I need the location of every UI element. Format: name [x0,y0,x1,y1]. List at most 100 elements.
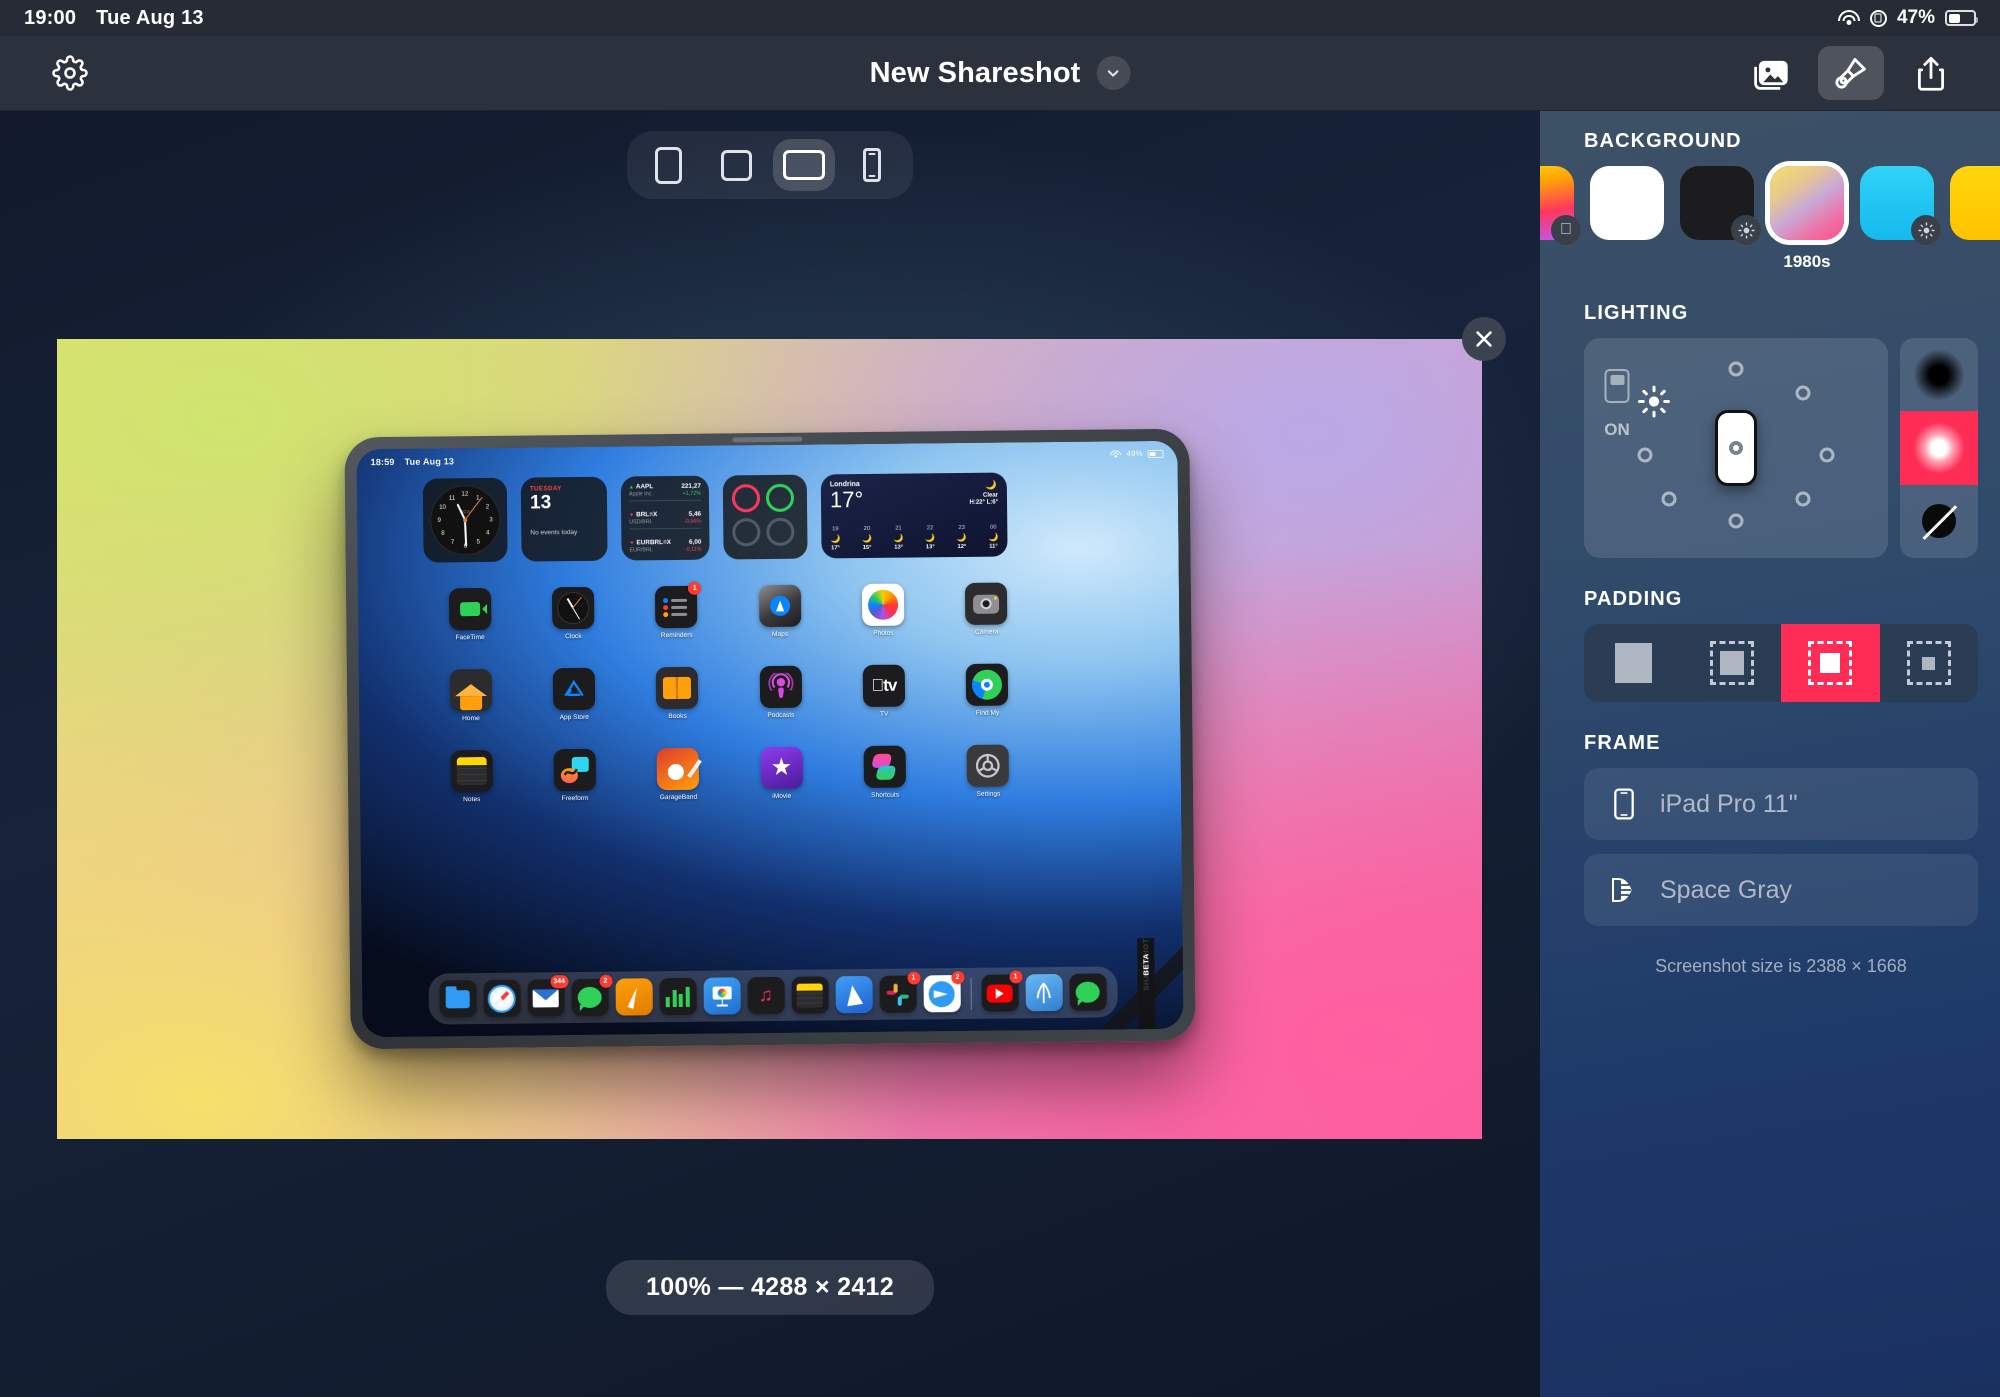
lighting-dot[interactable] [1728,361,1744,377]
photos-library-button[interactable] [1738,46,1804,100]
frame-device-label: iPad Pro 11" [1660,789,1798,818]
close-button[interactable] [1462,317,1506,361]
app-icon-books[interactable]: Books [625,666,729,720]
lighting-option-shadow[interactable] [1900,338,1978,412]
background-swatch-yellow[interactable] [1950,166,2000,240]
frame-device-button[interactable]: iPad Pro 11" [1584,768,1978,840]
settings-button[interactable] [48,51,92,95]
background-swatch-apple[interactable]:  [1540,166,1581,245]
background-section-title: BACKGROUND [1584,130,1742,152]
background-swatch-black[interactable] [1680,166,1761,245]
app-icon-imovie[interactable]: ★ iMovie [729,746,833,800]
stock-symbol: EURBRL=X [635,539,671,547]
notes-icon [449,749,493,793]
app-icon-facetime[interactable]: FaceTime [417,587,521,642]
stock-change: -0,11% [684,546,702,553]
app-icon-podcasts[interactable]: Podcasts [728,665,832,719]
lighting-dot[interactable] [1795,491,1811,507]
lighting-dot[interactable] [1819,447,1835,463]
photos-icon [861,583,904,627]
shareshot-preview[interactable]: 18:59 Tue Aug 13 49% 12 1 2 3 4 5 7 8 9 … [57,317,1506,1139]
dock-drafts-icon[interactable] [1024,973,1062,1012]
aspect-ratio-portrait[interactable] [637,139,699,191]
app-icon-notes[interactable]: Notes [419,749,523,804]
padding-option-medium[interactable] [1781,624,1880,702]
lighting-position-pad[interactable]: ON [1584,338,1888,558]
dock-telegram-icon[interactable]: 2 [922,970,964,1013]
dock-slack-icon[interactable]: 1 [878,971,920,1013]
dock-safari-icon[interactable] [482,979,520,1018]
padding-option-small[interactable] [1682,624,1781,702]
dock-music-icon[interactable]: ♫ [746,976,784,1015]
app-icon-camera[interactable]: Camera [934,582,1038,636]
app-icon-clock[interactable]: Clock [521,586,625,641]
background-swatch-white[interactable] [1590,166,1664,240]
dock-whatsapp-icon[interactable] [1068,973,1106,1011]
calendar-widget[interactable]: TUESDAY 13 No events today [520,476,608,562]
lighting-option-glow[interactable] [1900,411,1978,485]
fitness-widget[interactable] [722,474,808,560]
app-label: Freeform [561,794,589,803]
inner-battery-percent: 49% [1125,449,1143,459]
freeform-icon [553,748,596,792]
padding-option-large[interactable] [1879,624,1978,702]
lighting-dot[interactable] [1661,491,1677,507]
app-icon-app-store[interactable]: App Store [522,667,626,722]
app-icon-freeform[interactable]: Freeform [522,748,626,803]
share-button[interactable] [1898,46,1964,100]
dock-messages-icon[interactable]: 2 [570,974,612,1017]
moon-icon: 🌙 [987,532,998,542]
aspect-ratio-square[interactable] [705,139,767,191]
lighting-dot[interactable] [1795,385,1811,401]
dashed-frame-icon [1808,641,1853,685]
app-store-icon [552,667,595,711]
inner-status-date: Tue Aug 13 [404,456,454,467]
hour-temp: 11° [988,543,998,550]
background-swatch-cyan[interactable] [1860,166,1941,245]
inner-status-time: 18:59 [370,456,395,468]
dock-notes-icon[interactable] [790,976,828,1014]
notification-badge: 1 [1008,970,1022,984]
frame-color-button[interactable]: Space Gray [1584,854,1978,926]
dock-mail-icon[interactable]: 344 [526,975,568,1017]
style-button[interactable] [1818,46,1884,100]
padding-option-none[interactable] [1584,624,1683,702]
app-icon-maps[interactable]: Maps [727,584,831,638]
app-label: Reminders [660,631,693,640]
ipad-screen: 18:59 Tue Aug 13 49% 12 1 2 3 4 5 7 8 9 … [355,440,1184,1038]
dock-keynote-icon[interactable] [702,977,740,1015]
screenshot-size-label: Screenshot size is 2388 × 1668 [1655,956,1907,976]
background-swatch-1980s[interactable]: 1980s [1770,166,1844,272]
app-icon-reminders[interactable]: 1 Reminders [624,581,728,640]
lighting-dot[interactable] [1637,447,1653,463]
dock-spark-icon[interactable] [834,975,872,1014]
weather-widget[interactable]: Londrina 17° 🌙 Clear H:22° L:6° 19 🌙 17° 2… [820,472,1008,559]
phone-icon [863,148,881,182]
app-icon-photos[interactable]: Photos [831,583,935,637]
app-icon-shortcuts[interactable]: Shortcuts [832,745,936,799]
background-swatch-row:  1980s [1540,166,2000,272]
dashed-frame-icon [1906,641,1951,685]
app-icon-settings[interactable]: Settings [936,744,1040,798]
clock-number: 11 [448,494,455,502]
aspect-ratio-phone[interactable] [841,139,903,191]
aspect-ratio-landscape[interactable] [773,139,835,191]
stocks-widget[interactable]: ▲ AAPL 221,27 Apple Inc. +1,72% ▼ BRL=X 5,46 … [620,475,710,561]
lighting-dot[interactable] [1728,513,1744,529]
clock-widget[interactable]: 12 1 2 3 4 5 6 7 8 9 [422,477,508,563]
title-menu-button[interactable] [1096,56,1131,90]
app-icon-tv[interactable]: tv TV [832,664,936,718]
hour-temp: 17° [830,545,840,552]
dock-numbers-icon[interactable] [658,977,696,1016]
dock-youtube-icon[interactable]: 1 [980,970,1022,1012]
stock-name: Apple Inc. [628,491,653,498]
dock-files-icon[interactable] [438,980,476,1018]
lighting-position-handle[interactable] [1715,410,1757,486]
app-icon-home[interactable]: Home [418,668,522,723]
lighting-option-none[interactable] [1900,484,1978,558]
app-icon-find-my[interactable]: Find My [935,663,1039,717]
dock-pages-icon[interactable] [614,978,652,1016]
app-icon-garageband[interactable]: GarageBand [626,747,730,801]
stock-symbol: BRL=X [635,511,657,519]
lighting-toggle-label[interactable]: ON [1604,420,1630,440]
